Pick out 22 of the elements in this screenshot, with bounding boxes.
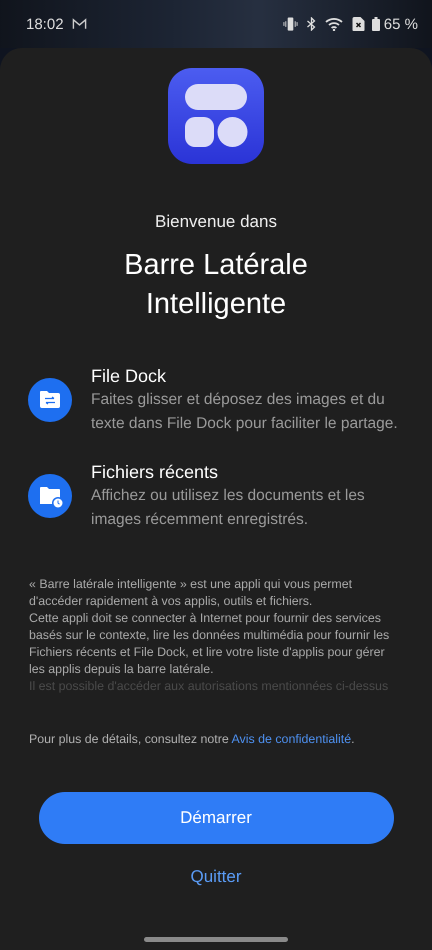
feature-description: Faites glisser et déposez des images et du texte dans File Dock pour faciliter le partage.: [91, 390, 399, 434]
battery-icon: [372, 17, 380, 31]
clock-time: 18:02: [26, 16, 64, 32]
start-button[interactable]: Démarrer: [38, 792, 394, 844]
mail-icon: [72, 17, 87, 31]
folder-clock-icon: [28, 474, 72, 518]
wifi-icon: [324, 17, 345, 31]
vibrate-icon: [282, 17, 298, 31]
quit-button[interactable]: Quitter: [182, 863, 250, 891]
home-indicator[interactable]: [144, 937, 288, 942]
feature-title: File Dock: [91, 365, 168, 388]
battery-percent: 65 %: [384, 16, 418, 32]
app-icon: [168, 68, 264, 164]
sim-icon: [350, 17, 366, 31]
feature-title: Fichiers récents: [91, 461, 220, 484]
feature-description: Affichez ou utilisez les documents et les images récemment enregistrés.: [91, 486, 366, 530]
app-title: Intelligente: [146, 287, 286, 322]
folder-arrows-icon: [28, 378, 72, 422]
app-title: Barre Latérale: [124, 248, 308, 283]
welcome-text: Bienvenue dans: [155, 212, 277, 232]
privacy-text: Pour plus de détails, consultez notre Avis de confidentialité.: [29, 732, 356, 746]
privacy-link[interactable]: Avis de confidentialité: [232, 732, 352, 746]
